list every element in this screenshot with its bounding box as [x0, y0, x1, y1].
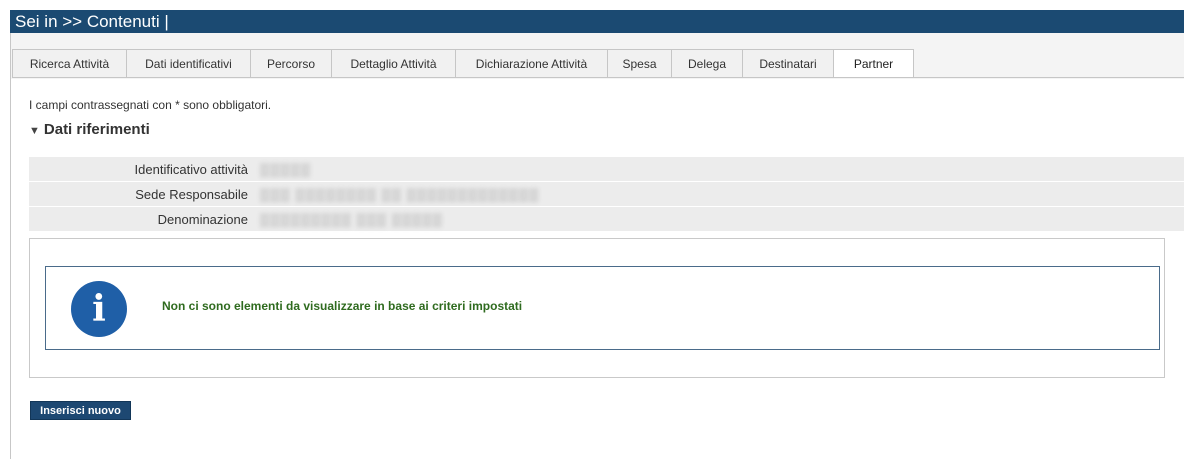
field-value: ▒▒▒▒▒: [260, 161, 312, 177]
tab-label: Percorso: [266, 56, 316, 71]
left-border: [10, 33, 11, 459]
field-value: ▒▒▒ ▒▒▒▒▒▒▒▒ ▒▒ ▒▒▒▒▒▒▒▒▒▒▒▒▒: [260, 186, 540, 202]
tab-destinatari[interactable]: Destinatari: [743, 50, 834, 78]
info-notice: i Non ci sono elementi da visualizzare i…: [45, 266, 1160, 350]
info-icon: i: [71, 281, 127, 337]
tab-dati-identificativi[interactable]: Dati identificativi: [127, 50, 251, 78]
tab-label: Dati identificativi: [145, 56, 232, 71]
tab-label: Partner: [853, 56, 894, 71]
tab-partner[interactable]: Partner: [834, 49, 914, 78]
field-label: Sede Responsabile: [135, 186, 248, 202]
section-header[interactable]: ▼ Dati riferimenti: [29, 121, 150, 138]
tab-label: Delega: [687, 56, 727, 71]
info-row: Identificativo attività ▒▒▒▒▒: [29, 157, 1184, 182]
tab-delega[interactable]: Delega: [672, 50, 743, 78]
collapse-triangle-icon[interactable]: ▼: [29, 125, 40, 137]
field-value: ▒▒▒▒▒▒▒▒▒ ▒▒▒ ▒▒▒▒▒: [260, 211, 443, 227]
tab-label: Spesa: [622, 56, 657, 71]
tab-label: Dettaglio Attività: [350, 56, 437, 71]
insert-new-button[interactable]: Inserisci nuovo: [30, 401, 131, 420]
info-row: Sede Responsabile ▒▒▒ ▒▒▒▒▒▒▒▒ ▒▒ ▒▒▒▒▒▒…: [29, 182, 1184, 207]
field-label: Identificativo attività: [134, 161, 248, 177]
notice-message: Non ci sono elementi da visualizzare in …: [162, 299, 523, 313]
tab-label: Destinatari: [759, 56, 817, 71]
tab-divider: [12, 77, 1184, 78]
tab-ricerca-attivita[interactable]: Ricerca Attività: [12, 50, 127, 78]
tab-label: Dichiarazione Attività: [475, 56, 588, 71]
required-fields-note: I campi contrassegnati con * sono obblig…: [29, 98, 272, 112]
tab-dettaglio-attivita[interactable]: Dettaglio Attività: [332, 50, 456, 78]
tab-dichiarazione-attivita[interactable]: Dichiarazione Attività: [456, 50, 608, 78]
breadcrumb: Sei in >> Contenuti |: [15, 12, 169, 31]
tab-percorso[interactable]: Percorso: [251, 50, 332, 78]
section-title: Dati riferimenti: [43, 121, 150, 138]
tab-bar: Ricerca Attività Dati identificativi Per…: [12, 49, 914, 78]
info-row: Denominazione ▒▒▒▒▒▒▒▒▒ ▒▒▒ ▒▒▒▒▒: [29, 207, 1184, 232]
tab-label: Ricerca Attività: [29, 56, 110, 71]
info-table: Identificativo attività ▒▒▒▒▒ Sede Respo…: [29, 157, 1184, 232]
field-label: Denominazione: [157, 211, 248, 227]
page-header: Sei in >> Contenuti |: [10, 10, 1184, 33]
tab-spesa[interactable]: Spesa: [608, 50, 672, 78]
